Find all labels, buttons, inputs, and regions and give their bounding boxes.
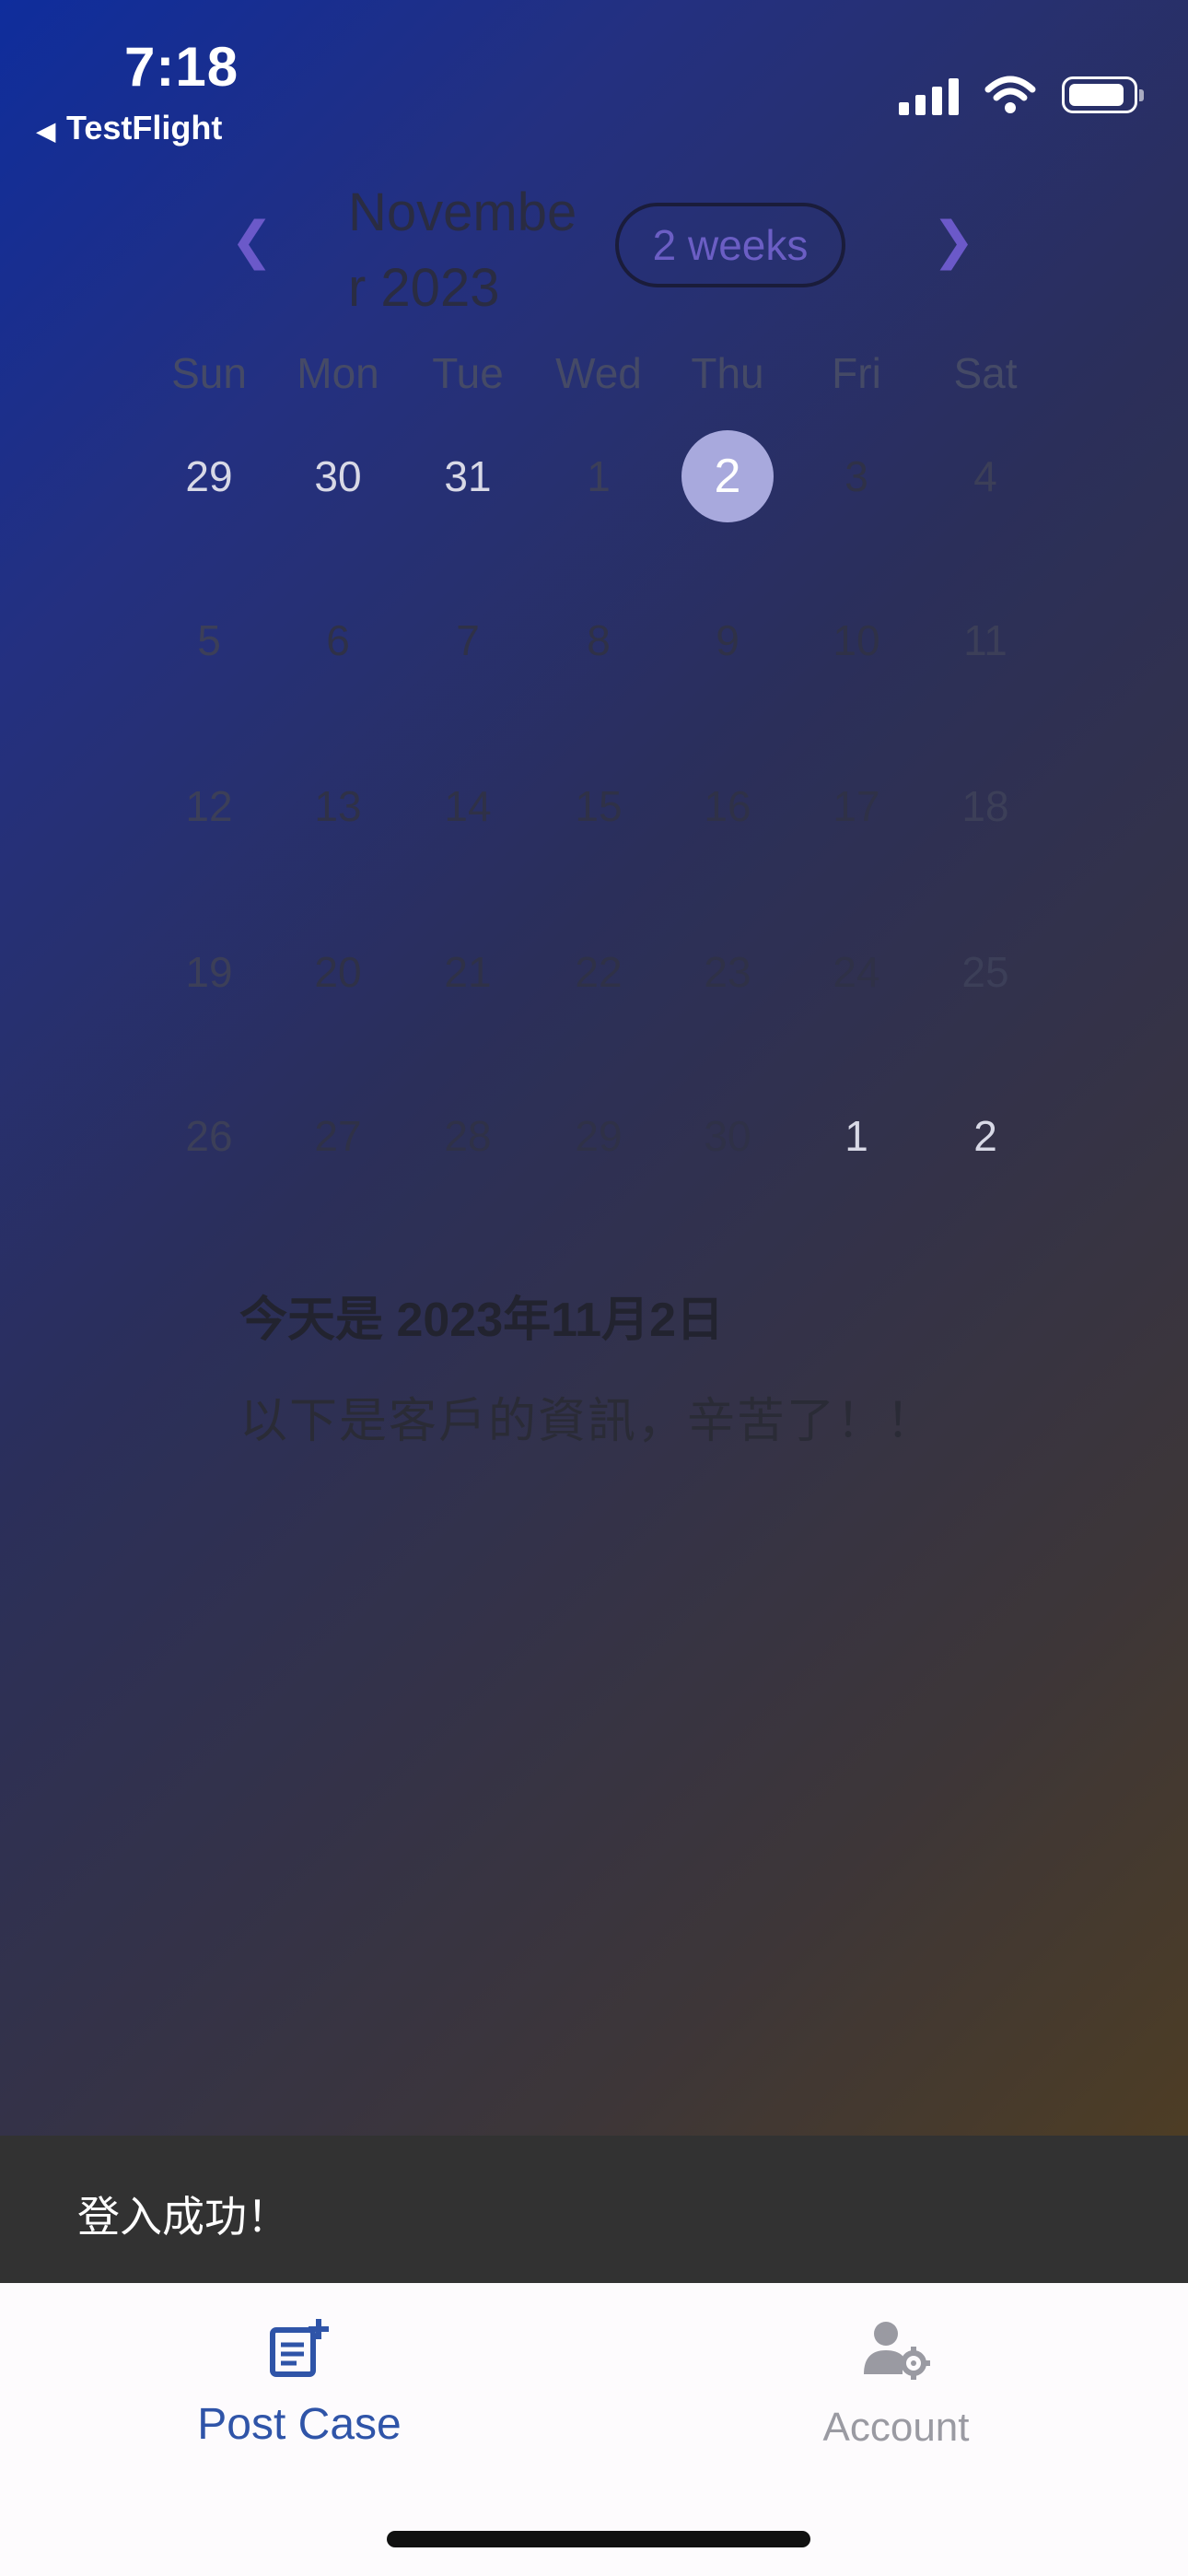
nav-label-account: Account — [822, 2405, 970, 2450]
calendar-day[interactable]: 27 — [274, 1085, 402, 1187]
status-time: 7:18 — [124, 36, 239, 98]
back-arrow-icon: ◀ — [37, 117, 55, 145]
app-screen: 7:18 ◀ TestFlight ❮ November 2023 2 weeks… — [0, 0, 1188, 2576]
weekday-label: Sat — [953, 349, 1018, 397]
calendar-day[interactable]: 22 — [534, 921, 663, 1023]
selected-day-circle: 2 — [681, 430, 774, 522]
snackbar: 登入成功！ — [0, 2136, 1188, 2283]
calendar-day[interactable]: 31 — [403, 426, 532, 527]
calendar-day[interactable]: 2 — [921, 1085, 1050, 1187]
calendar-day[interactable]: 25 — [921, 921, 1050, 1023]
calendar-day[interactable]: 17 — [792, 755, 921, 857]
battery-icon — [1062, 76, 1144, 113]
calendar-day[interactable]: 21 — [403, 921, 532, 1023]
calendar-day[interactable]: 14 — [403, 755, 532, 857]
today-date-heading: 今天是 2023年11月2日 — [239, 1294, 725, 1347]
calendar-day[interactable]: 9 — [663, 590, 792, 691]
weekday-label: Thu — [691, 349, 764, 397]
calendar-month-title: November 2023 — [348, 182, 577, 318]
calendar-day[interactable]: 10 — [792, 590, 921, 691]
nav-item-post-case[interactable]: Post Case — [106, 2316, 493, 2450]
calendar-day[interactable]: 28 — [403, 1085, 532, 1187]
calendar-day[interactable]: 5 — [145, 590, 274, 691]
cellular-signal-icon — [899, 75, 959, 115]
chevron-right-icon[interactable]: ❯ — [932, 210, 975, 271]
calendar-day[interactable]: 8 — [534, 590, 663, 691]
calendar-day[interactable]: 13 — [274, 755, 402, 857]
customer-info-message: 以下是客戶的資訊，辛苦了！！ — [239, 1395, 937, 1448]
calendar-day[interactable]: 23 — [663, 921, 792, 1023]
calendar-day[interactable]: 15 — [534, 755, 663, 857]
wifi-icon — [984, 76, 1036, 113]
weekday-header-row: Sun Mon Tue Wed Thu Fri Sat — [0, 348, 1188, 413]
calendar-day[interactable]: 16 — [663, 755, 792, 857]
calendar-day[interactable]: 7 — [403, 590, 532, 691]
calendar-day[interactable]: 29 — [534, 1085, 663, 1187]
calendar-day[interactable]: 30 — [663, 1085, 792, 1187]
weekday-label: Mon — [297, 349, 379, 397]
weekday-label: Sun — [171, 349, 247, 397]
nav-label-post-case: Post Case — [197, 2400, 402, 2449]
weekday-label: Wed — [555, 349, 642, 397]
back-label: TestFlight — [66, 109, 223, 146]
post-add-icon — [106, 2316, 493, 2383]
calendar-day[interactable]: 6 — [274, 590, 402, 691]
calendar-day[interactable]: 1 — [792, 1085, 921, 1187]
calendar-day[interactable]: 12 — [145, 755, 274, 857]
calendar-day[interactable]: 4 — [921, 426, 1050, 527]
calendar-day[interactable]: 11 — [921, 590, 1050, 691]
calendar-day[interactable]: 20 — [274, 921, 402, 1023]
status-icons — [899, 72, 1144, 118]
snackbar-message: 登入成功！ — [77, 2193, 289, 2241]
calendar-format-button[interactable]: 2 weeks — [615, 203, 845, 287]
weekday-label: Fri — [832, 349, 881, 397]
calendar-day[interactable]: 24 — [792, 921, 921, 1023]
calendar-day[interactable]: 18 — [921, 755, 1050, 857]
weekday-label: Tue — [432, 349, 504, 397]
back-to-testflight[interactable]: ◀ TestFlight — [37, 109, 222, 147]
nav-item-account[interactable]: Account — [703, 2316, 1089, 2451]
calendar-day[interactable]: 30 — [274, 426, 402, 527]
calendar-day[interactable]: 26 — [145, 1085, 274, 1187]
calendar-day-selected[interactable]: 2 — [663, 426, 792, 527]
calendar-header: ❮ November 2023 2 weeks ❯ — [0, 175, 1188, 318]
calendar-day[interactable]: 3 — [792, 426, 921, 527]
chevron-left-icon[interactable]: ❮ — [230, 210, 274, 271]
calendar-day[interactable]: 1 — [534, 426, 663, 527]
account-settings-icon — [703, 2316, 1089, 2383]
calendar-day[interactable]: 19 — [145, 921, 274, 1023]
home-indicator[interactable] — [387, 2531, 810, 2547]
calendar-day[interactable]: 29 — [145, 426, 274, 527]
